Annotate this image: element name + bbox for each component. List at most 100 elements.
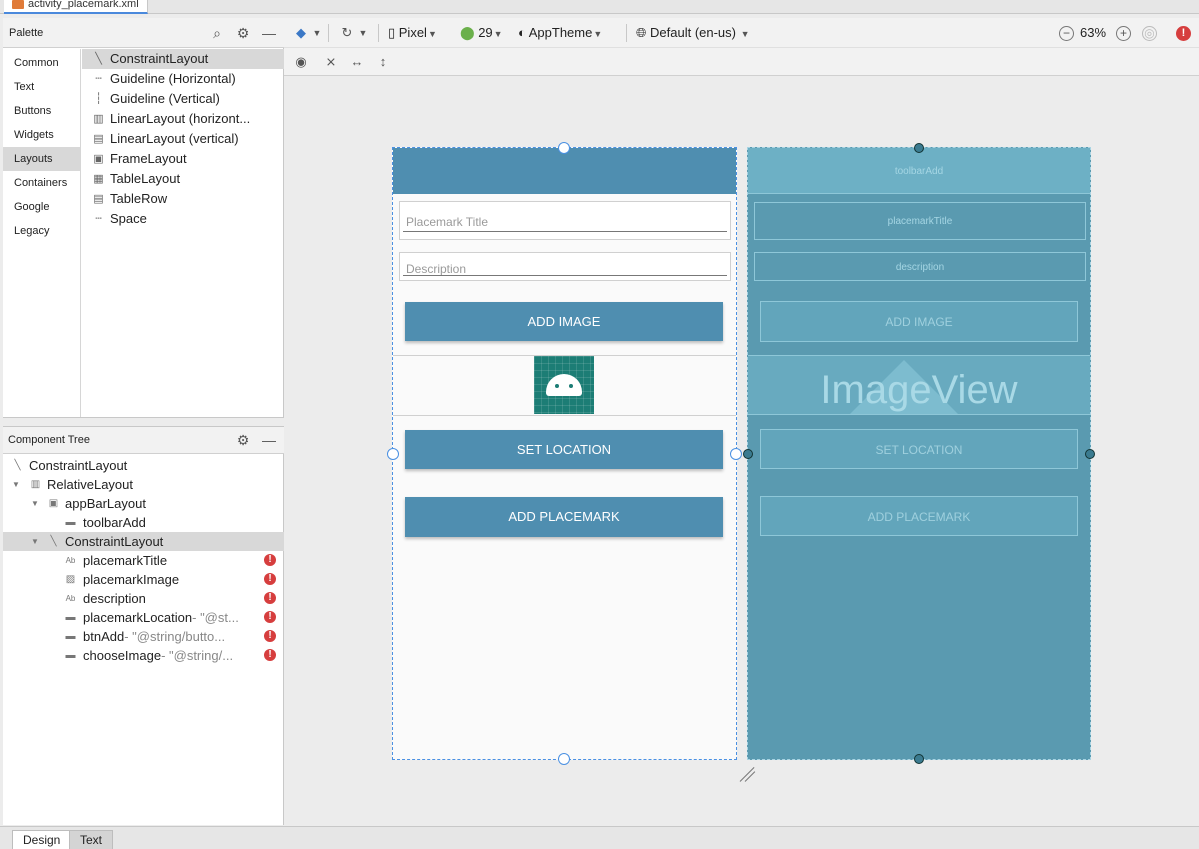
blueprint-title-field[interactable]: placemarkTitle (754, 202, 1086, 240)
tree-node[interactable]: ▬ toolbarAdd (3, 513, 284, 532)
category-widgets[interactable]: Widgets (3, 123, 80, 147)
palette-item[interactable]: ┄ Space (82, 209, 284, 229)
chevron-down-icon[interactable]: ▼ (308, 24, 326, 42)
palette-item[interactable]: ▦ TableLayout (82, 169, 284, 189)
tree-node[interactable]: ╲ ConstraintLayout (3, 456, 284, 475)
locale-selector[interactable]: 🌐︎ Default (en-us) ▼ (636, 24, 750, 42)
tree-node-hint: - "@string/... (161, 648, 234, 663)
placemark-title-field[interactable]: Placemark Title (399, 201, 731, 240)
gear-icon[interactable]: ⚙ (235, 432, 251, 448)
zoom-fit-icon[interactable]: ◎ (1142, 26, 1157, 41)
constraint-handle[interactable] (743, 449, 753, 459)
error-icon[interactable]: ! (264, 573, 276, 585)
autoconnect-icon[interactable]: ⨯ (322, 53, 340, 71)
blueprint-toolbar[interactable]: toolbarAdd (748, 148, 1090, 194)
toolbar-label: toolbarAdd (894, 166, 944, 177)
guidelines-vertical-icon[interactable]: ↔ (348, 53, 366, 71)
file-tab[interactable]: activity_placemark.xml (4, 0, 148, 14)
expand-arrow-icon[interactable]: ▼ (31, 494, 41, 513)
tree-node[interactable]: ▨ placemarkImage ! (3, 570, 284, 589)
minimize-icon[interactable]: — (261, 432, 277, 448)
android-icon: ⬤ (460, 25, 475, 40)
device-selector[interactable]: ▯ Pixel▼ (388, 24, 437, 42)
palette-item[interactable]: ┆ Guideline (Vertical) (82, 89, 284, 109)
minimize-icon[interactable]: — (261, 25, 277, 41)
tree-node[interactable]: ▬ btnAdd- "@string/butto... ! (3, 627, 284, 646)
blueprint-preview[interactable]: toolbarAdd placemarkTitle description AD… (743, 143, 1095, 764)
blueprint-add-placemark-button[interactable]: ADD PLACEMARK (760, 496, 1078, 536)
panel-splitter[interactable] (3, 417, 284, 427)
eye-icon[interactable]: ◉ (292, 53, 310, 71)
tree-node[interactable]: ▼ ▥ RelativeLayout (3, 475, 284, 494)
toolbar-divider (378, 24, 379, 42)
app-bar[interactable] (393, 148, 736, 194)
chevron-down-icon: ▼ (427, 29, 437, 39)
category-containers[interactable]: Containers (3, 171, 80, 195)
set-location-button[interactable]: SET LOCATION (405, 430, 723, 469)
linear-vertical-icon: ▤ (93, 133, 104, 145)
constraint-handle[interactable] (387, 448, 399, 460)
palette-item[interactable]: ┄ Guideline (Horizontal) (82, 69, 284, 89)
expand-arrow-icon[interactable]: ▼ (12, 475, 22, 494)
expand-arrow-icon[interactable]: ▼ (31, 532, 41, 551)
tree-node-label: chooseImage (83, 648, 162, 663)
api-selector[interactable]: ⬤ 29▼ (460, 24, 503, 42)
error-icon[interactable]: ! (264, 554, 276, 566)
constraint-handle[interactable] (914, 754, 924, 764)
table-row-icon: ▤ (93, 193, 104, 205)
tree-node[interactable]: ▼ ╲ ConstraintLayout (3, 532, 284, 551)
palette-item-label: LinearLayout (vertical) (110, 131, 239, 146)
toolbar-divider (626, 24, 627, 42)
zoom-in-icon[interactable]: + (1116, 26, 1131, 41)
constraint-handle[interactable] (914, 143, 924, 153)
blueprint-add-image-button[interactable]: ADD IMAGE (760, 301, 1078, 342)
category-google[interactable]: Google (3, 195, 80, 219)
category-buttons[interactable]: Buttons (3, 99, 80, 123)
constraint-handle[interactable] (558, 142, 570, 154)
palette-item[interactable]: ▤ LinearLayout (vertical) (82, 129, 284, 149)
zoom-out-icon[interactable]: − (1059, 26, 1074, 41)
field-underline (403, 275, 727, 276)
palette-item[interactable]: ▣ FrameLayout (82, 149, 284, 169)
theme-selector[interactable]: ◐ AppTheme▼ (518, 24, 602, 42)
error-icon[interactable]: ! (264, 630, 276, 642)
category-legacy[interactable]: Legacy (3, 219, 80, 243)
tab-design[interactable]: Design (12, 830, 72, 849)
tree-node[interactable]: ▼ ▣ appBarLayout (3, 494, 284, 513)
tree-node[interactable]: Ab placemarkTitle ! (3, 551, 284, 570)
guidelines-horizontal-icon[interactable]: ↕ (374, 53, 392, 71)
chevron-down-icon[interactable]: ▼ (354, 24, 372, 42)
tree-node[interactable]: ▬ chooseImage- "@string/... ! (3, 646, 284, 665)
tab-text[interactable]: Text (69, 830, 114, 849)
error-icon[interactable]: ! (1176, 26, 1191, 41)
category-common[interactable]: Common (3, 51, 80, 75)
file-tab-bar: activity_placemark.xml (0, 0, 1199, 14)
search-icon[interactable]: ⌕ (209, 25, 225, 41)
device-preview[interactable]: Placemark Title Description ADD IMAGE SE… (387, 142, 742, 765)
placemark-image[interactable] (534, 356, 594, 414)
palette-item[interactable]: ▤ TableRow (82, 189, 284, 209)
add-image-button[interactable]: ADD IMAGE (405, 302, 723, 341)
add-placemark-button[interactable]: ADD PLACEMARK (405, 497, 723, 537)
gear-icon[interactable]: ⚙ (235, 25, 251, 41)
constraint-layout-icon: ╲ (95, 53, 102, 65)
tree-node[interactable]: ▬ placemarkLocation- "@st... ! (3, 608, 284, 627)
constraint-handle[interactable] (730, 448, 742, 460)
constraint-handle[interactable] (558, 753, 570, 765)
error-icon[interactable]: ! (264, 592, 276, 604)
chevron-down-icon: ▼ (493, 29, 503, 39)
palette-item[interactable]: ▥ LinearLayout (horizont... (82, 109, 284, 129)
tree-node[interactable]: Ab description ! (3, 589, 284, 608)
blueprint-image-view[interactable]: ImageView (748, 355, 1090, 415)
category-text[interactable]: Text (3, 75, 80, 99)
error-icon[interactable]: ! (264, 611, 276, 623)
palette-item[interactable]: ╲ ConstraintLayout (82, 49, 284, 69)
blueprint-description-field[interactable]: description (754, 252, 1086, 281)
category-layouts[interactable]: Layouts (3, 147, 80, 171)
description-field[interactable]: Description (399, 252, 731, 281)
error-icon[interactable]: ! (264, 649, 276, 661)
resize-handle-icon[interactable] (739, 764, 758, 782)
blueprint-set-location-button[interactable]: SET LOCATION (760, 429, 1078, 469)
constraint-handle[interactable] (1085, 449, 1095, 459)
palette-title: Palette (9, 27, 44, 39)
